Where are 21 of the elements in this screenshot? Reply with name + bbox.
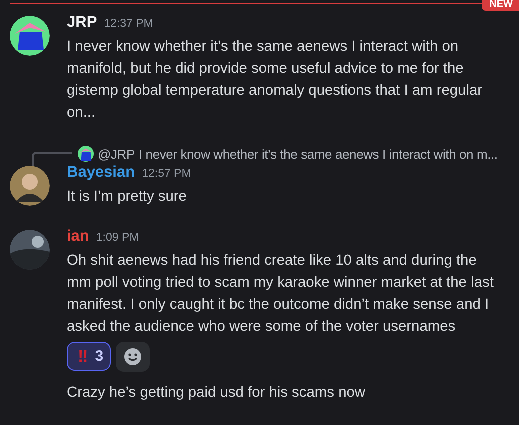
avatar[interactable] (10, 16, 50, 56)
message-text: I never know whether it’s the same aenews I interact with on manifold, but he did provide some useful advice to me for the gistemp global temperature anomaly questions that I am regular on... (67, 38, 484, 123)
message-text: Oh shit aenews had his friend create like 10 alts and during the mm poll voting tried to scam my karaoke winner market at the last manifest. I only caught it bc the outcome didn’t make sense and I asked the audience who were some of the voter usernames (67, 252, 495, 337)
username[interactable]: ian (67, 228, 90, 246)
avatar[interactable] (10, 230, 50, 270)
reply-preview[interactable]: I never know whether it’s the same aenews I interact with on m... (138, 146, 498, 162)
timestamp: 12:37 PM (104, 18, 154, 30)
add-reaction-button[interactable] (116, 342, 150, 372)
timestamp: 12:57 PM (142, 168, 192, 180)
reply-connector (32, 152, 72, 166)
new-badge: NEW (482, 0, 519, 11)
username[interactable]: JRP (67, 14, 98, 32)
message-text: It is I’m pretty sure (67, 188, 188, 207)
avatar (78, 146, 94, 162)
smiley-icon (124, 348, 142, 366)
timestamp: 1:09 PM (96, 232, 140, 244)
avatar[interactable] (10, 166, 50, 206)
message-text: Crazy he’s getting paid usd for his scams now (67, 384, 367, 403)
username[interactable]: Bayesian (67, 164, 136, 182)
reaction-button[interactable]: ‼ 3 (67, 342, 111, 371)
reply-author[interactable]: @JRP (98, 146, 135, 162)
